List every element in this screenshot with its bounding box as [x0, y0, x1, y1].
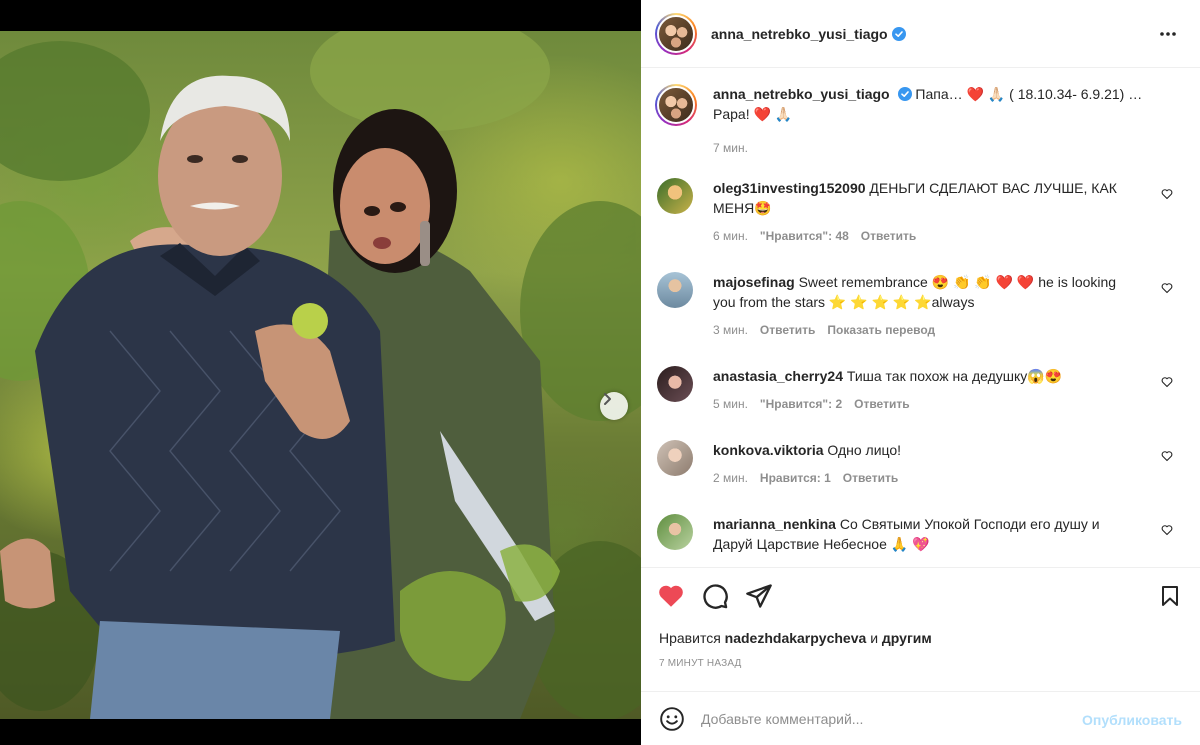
chevron-right-icon [604, 393, 611, 405]
comment-username[interactable]: oleg31investing152090 [713, 180, 866, 196]
publish-button[interactable]: Опубликовать [1082, 712, 1182, 728]
comment-likes[interactable]: Нравится: 1 [760, 468, 831, 488]
heart-outline-icon[interactable] [1161, 376, 1173, 388]
author-avatar[interactable] [655, 12, 697, 55]
comment-time[interactable]: 5 мин. [713, 394, 748, 414]
comment-input[interactable] [701, 710, 1051, 727]
verified-badge-icon [891, 26, 906, 41]
comment-username[interactable]: anastasia_cherry24 [713, 368, 843, 384]
likes-user-link[interactable]: nadezhdakarpycheva [725, 630, 867, 646]
comment-avatar[interactable] [657, 440, 693, 476]
comment-item: oleg31investing152090 ДЕНЬГИ СДЕЛАЮТ ВАС… [657, 178, 1187, 246]
comment-time[interactable]: 2 мин. [713, 468, 748, 488]
heart-outline-icon[interactable] [1161, 450, 1173, 462]
post-side-panel: anna_netrebko_yusi_tiago anna_netrebko_y… [641, 0, 1200, 745]
comment-text: Тиша так похож на дедушку😱😍 [846, 368, 1063, 384]
comment-username[interactable]: marianna_nenkina [713, 516, 836, 532]
photo-illustration [0, 31, 641, 719]
likes-summary[interactable]: Нравится nadezhdakarpycheva и другим [659, 630, 932, 646]
comment-username[interactable]: konkova.viktoria [713, 442, 824, 458]
comment-username[interactable]: majosefinag [713, 274, 795, 290]
heart-outline-icon[interactable] [1161, 188, 1173, 200]
verified-badge-icon [897, 87, 912, 101]
post-caption: anna_netrebko_yusi_tiago Папа… ❤️ 🙏🏻 ( 1… [655, 84, 1185, 158]
comment-avatar[interactable] [657, 272, 693, 308]
comment-translate-button[interactable]: Показать перевод [827, 320, 935, 340]
comment-item: majosefinag Sweet remembrance 😍 👏 👏 ❤️ ❤… [657, 272, 1187, 340]
carousel-next-button[interactable] [600, 392, 628, 420]
post-header: anna_netrebko_yusi_tiago [641, 0, 1200, 68]
comment-time[interactable]: 6 мин. [713, 226, 748, 246]
comment-avatar[interactable] [657, 178, 693, 214]
caption-username[interactable]: anna_netrebko_yusi_tiago [713, 86, 890, 102]
comment-item: marianna_nenkina Со Святыми Упокой Госпо… [657, 514, 1187, 554]
comment-time[interactable]: 3 мин. [713, 320, 748, 340]
comment-reply-button[interactable]: Ответить [843, 468, 898, 488]
paper-plane-icon[interactable] [745, 582, 773, 610]
comment-avatar[interactable] [657, 514, 693, 550]
post-photo[interactable] [0, 31, 641, 719]
speech-bubble-icon[interactable] [701, 582, 729, 610]
comment-avatar[interactable] [657, 366, 693, 402]
comment-reply-button[interactable]: Ответить [854, 394, 909, 414]
heart-filled-icon[interactable] [657, 582, 685, 610]
caption-avatar[interactable] [655, 84, 697, 126]
post-timestamp[interactable]: 7 МИНУТ НАЗАД [659, 658, 742, 669]
add-comment-bar: Опубликовать [641, 691, 1200, 745]
author-username[interactable]: anna_netrebko_yusi_tiago [711, 26, 888, 42]
comment-likes[interactable]: "Нравится": 48 [760, 226, 849, 246]
post-actions: Нравится nadezhdakarpycheva и другим 7 М… [641, 567, 1200, 691]
comment-likes[interactable]: "Нравится": 2 [760, 394, 842, 414]
comment-item: konkova.viktoria Одно лицо! 2 мин. Нрави… [657, 440, 1187, 488]
photo-pane [0, 0, 641, 745]
heart-outline-icon[interactable] [1161, 282, 1173, 294]
comment-item: anastasia_cherry24 Тиша так похож на дед… [657, 366, 1187, 414]
bookmark-icon[interactable] [1158, 584, 1182, 608]
ellipsis-icon[interactable] [1158, 24, 1178, 44]
likes-joiner: и [870, 630, 879, 646]
comments-list[interactable]: anna_netrebko_yusi_tiago Папа… ❤️ 🙏🏻 ( 1… [641, 68, 1200, 567]
likes-others-link[interactable]: другим [882, 630, 932, 646]
comment-reply-button[interactable]: Ответить [861, 226, 916, 246]
comment-reply-button[interactable]: Ответить [760, 320, 815, 340]
smiley-icon[interactable] [659, 706, 685, 732]
caption-time[interactable]: 7 мин. [713, 138, 748, 158]
comment-text: Одно лицо! [827, 442, 902, 458]
heart-outline-icon[interactable] [1161, 524, 1173, 536]
likes-prefix: Нравится [659, 630, 721, 646]
